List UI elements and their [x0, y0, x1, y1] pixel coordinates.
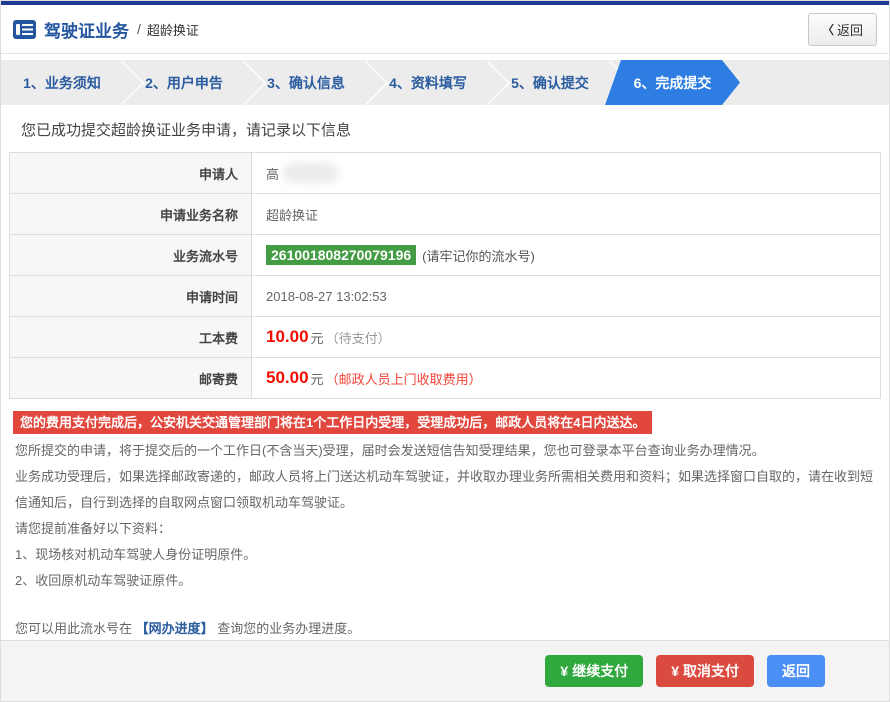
breadcrumb-current: 超龄换证: [147, 20, 199, 39]
row-value: 2018-08-27 13:02:53: [252, 276, 880, 316]
production-fee-amount: 10.00: [266, 327, 309, 347]
online-progress-link[interactable]: 【网办进度】: [136, 621, 214, 636]
chevron-left-icon: 〈: [822, 21, 834, 38]
license-service-icon: [13, 20, 36, 39]
production-fee-note: （待支付）: [326, 328, 391, 347]
row-value: 超龄换证: [252, 194, 880, 234]
header-back-label: 返回: [837, 20, 863, 39]
serial-number-note: (请牢记你的流水号): [422, 246, 535, 265]
row-value: 高: [252, 153, 880, 193]
table-row-apply-time: 申请时间 2018-08-27 13:02:53: [10, 276, 880, 317]
fee-unit: 元: [311, 369, 324, 388]
table-row-applicant: 申请人 高: [10, 153, 880, 194]
row-label: 申请时间: [10, 276, 252, 316]
row-label: 申请业务名称: [10, 194, 252, 234]
row-label: 申请人: [10, 153, 252, 193]
service-panel: 驾驶证业务 / 超龄换证 〈 返回 1、业务须知 2、用户申告 3、确认信息 4…: [0, 0, 890, 702]
table-row-production-fee: 工本费 10.00 元 （待支付）: [10, 317, 880, 358]
step-1-business-notice[interactable]: 1、业务须知: [1, 60, 123, 105]
progress-note-suffix: 查询您的业务办理进度。: [217, 621, 360, 636]
step-3-confirm-info[interactable]: 3、确认信息: [245, 60, 367, 105]
fee-unit: 元: [311, 328, 324, 347]
yen-icon: ¥: [560, 663, 568, 679]
notice-list-item-1: 1、现场核对机动车驾驶人身份证明原件。: [15, 542, 881, 568]
success-message: 您已成功提交超龄换证业务申请，请记录以下信息: [21, 119, 881, 140]
wizard-steps: 1、业务须知 2、用户申告 3、确认信息 4、资料填写 5、确认提交 6、完成提…: [1, 60, 889, 105]
step-label: 3、确认信息: [267, 73, 345, 93]
redacted-name-blur: [283, 163, 339, 183]
applicant-name: 高: [266, 164, 279, 183]
breadcrumb-separator: /: [137, 21, 141, 37]
row-label: 工本费: [10, 317, 252, 357]
step-label: 6、完成提交: [634, 73, 712, 93]
notice-paragraph-2: 业务成功受理后，如果选择邮政寄递的，邮政人员将上门送达机动车驾驶证，并收取办理业…: [15, 464, 875, 516]
continue-payment-button[interactable]: ¥ 继续支付: [545, 655, 643, 687]
notice-paragraph-3: 请您提前准备好以下资料：: [15, 516, 881, 542]
serial-number-badge: 261001808270079196: [266, 245, 416, 265]
row-value: 50.00 元 （邮政人员上门收取费用）: [252, 358, 880, 398]
step-6-complete-submit-active[interactable]: 6、完成提交: [605, 60, 740, 105]
cancel-payment-label: 取消支付: [683, 661, 739, 681]
footer-back-button[interactable]: 返回: [767, 655, 825, 687]
footer-back-label: 返回: [782, 661, 810, 681]
continue-payment-label: 继续支付: [572, 661, 628, 681]
row-label: 邮寄费: [10, 358, 252, 398]
step-label: 2、用户申告: [145, 73, 223, 93]
yen-icon: ¥: [671, 663, 679, 679]
header-back-button[interactable]: 〈 返回: [808, 13, 877, 46]
page-title: 驾驶证业务: [44, 17, 129, 42]
action-footer: ¥ 继续支付 ¥ 取消支付 返回: [1, 640, 889, 701]
progress-note-prefix: 您可以用此流水号在: [15, 621, 132, 636]
step-5-confirm-submit[interactable]: 5、确认提交: [489, 60, 611, 105]
postage-fee-note: （邮政人员上门收取费用）: [326, 369, 482, 388]
step-label: 4、资料填写: [389, 73, 467, 93]
table-row-postage-fee: 邮寄费 50.00 元 （邮政人员上门收取费用）: [10, 358, 880, 399]
page-header: 驾驶证业务 / 超龄换证 〈 返回: [1, 5, 889, 54]
table-row-serial-number: 业务流水号 261001808270079196 (请牢记你的流水号): [10, 235, 880, 276]
table-row-business-name: 申请业务名称 超龄换证: [10, 194, 880, 235]
notice-list-item-2: 2、收回原机动车驾驶证原件。: [15, 568, 881, 594]
cancel-payment-button[interactable]: ¥ 取消支付: [656, 655, 754, 687]
step-label: 5、确认提交: [511, 73, 589, 93]
step-2-user-declaration[interactable]: 2、用户申告: [123, 60, 245, 105]
postage-fee-amount: 50.00: [266, 368, 309, 388]
row-label: 业务流水号: [10, 235, 252, 275]
row-value: 261001808270079196 (请牢记你的流水号): [252, 235, 880, 275]
main-content: 您已成功提交超龄换证业务申请，请记录以下信息 申请人 高 申请业务名称 超龄换证…: [1, 105, 889, 640]
step-label: 1、业务须知: [23, 73, 101, 93]
application-info-table: 申请人 高 申请业务名称 超龄换证 业务流水号 2610018082700791…: [9, 152, 881, 399]
step-4-fill-materials[interactable]: 4、资料填写: [367, 60, 489, 105]
progress-query-note: 您可以用此流水号在 【网办进度】 查询您的业务办理进度。: [15, 616, 881, 640]
row-value: 10.00 元 （待支付）: [252, 317, 880, 357]
notice-paragraph-1: 您所提交的申请，将于提交后的一个工作日(不含当天)受理，届时会发送短信告知受理结…: [15, 438, 881, 464]
payment-alert-banner: 您的费用支付完成后，公安机关交通管理部门将在1个工作日内受理，受理成功后，邮政人…: [13, 411, 652, 434]
